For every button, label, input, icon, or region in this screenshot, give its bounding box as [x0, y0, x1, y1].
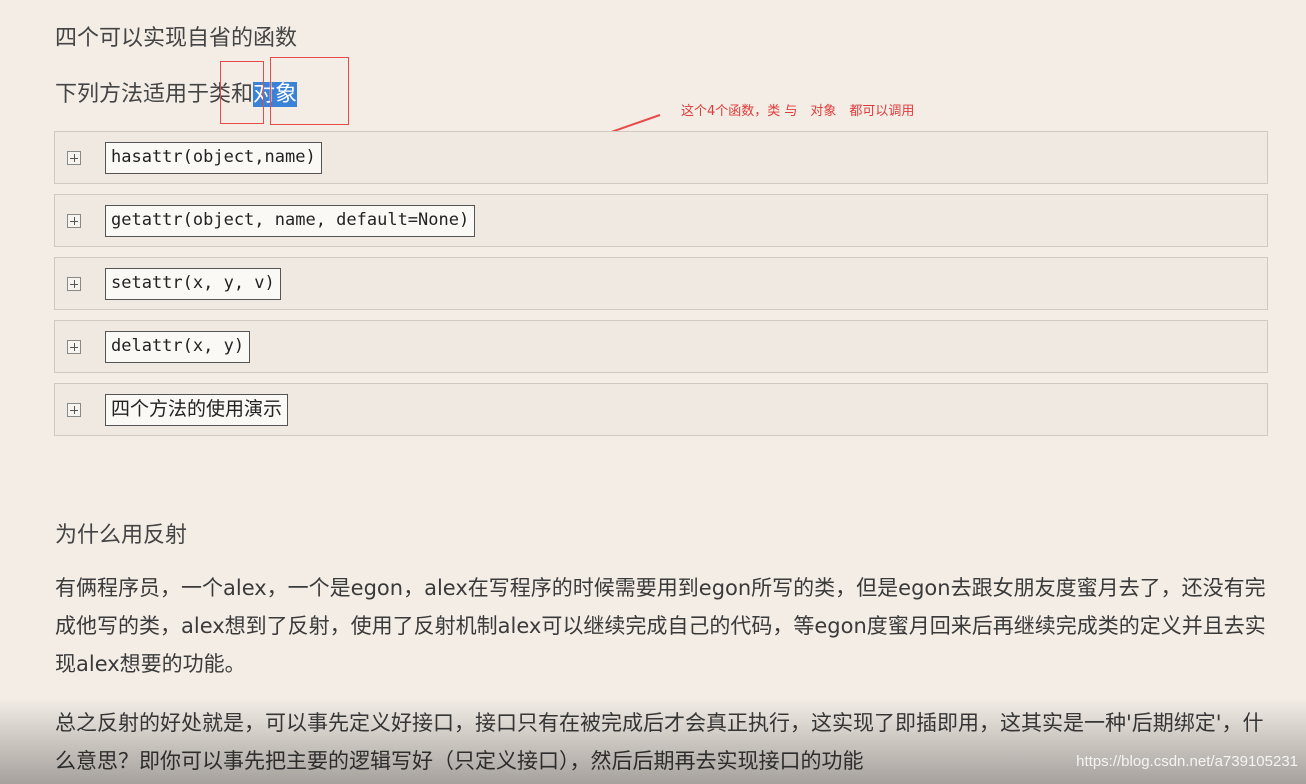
collapsible-panel-setattr[interactable]: setattr(x, y, v)	[54, 257, 1268, 310]
collapsible-panel-hasattr[interactable]: hasattr(object,name)	[54, 131, 1268, 184]
collapsible-panel-demo[interactable]: 四个方法的使用演示	[54, 383, 1268, 436]
code-delattr: delattr(x, y)	[105, 331, 251, 363]
code-setattr: setattr(x, y, v)	[105, 268, 281, 300]
code-getattr: getattr(object, name, default=None)	[105, 205, 476, 237]
expand-icon[interactable]	[67, 277, 81, 291]
expand-icon[interactable]	[67, 151, 81, 165]
paragraph-story: 有俩程序员，一个alex，一个是egon，alex在写程序的时候需要用到egon…	[55, 576, 1266, 676]
expand-icon[interactable]	[67, 340, 81, 354]
collapsible-panel-delattr[interactable]: delattr(x, y)	[54, 320, 1268, 373]
watermark-url: https://blog.csdn.net/a739105231	[1076, 753, 1298, 770]
code-hasattr: hasattr(object,name)	[105, 142, 322, 174]
expand-icon[interactable]	[67, 403, 81, 417]
expand-icon[interactable]	[67, 214, 81, 228]
code-demo-title: 四个方法的使用演示	[105, 394, 289, 426]
page: 四个可以实现自省的函数 下列方法适用于类和对象 这个4个函数，类 与 对象 都可…	[0, 0, 1306, 784]
section-heading-why-reflection: 为什么用反射	[55, 523, 188, 548]
collapsible-panel-getattr[interactable]: getattr(object, name, default=None)	[54, 194, 1268, 247]
